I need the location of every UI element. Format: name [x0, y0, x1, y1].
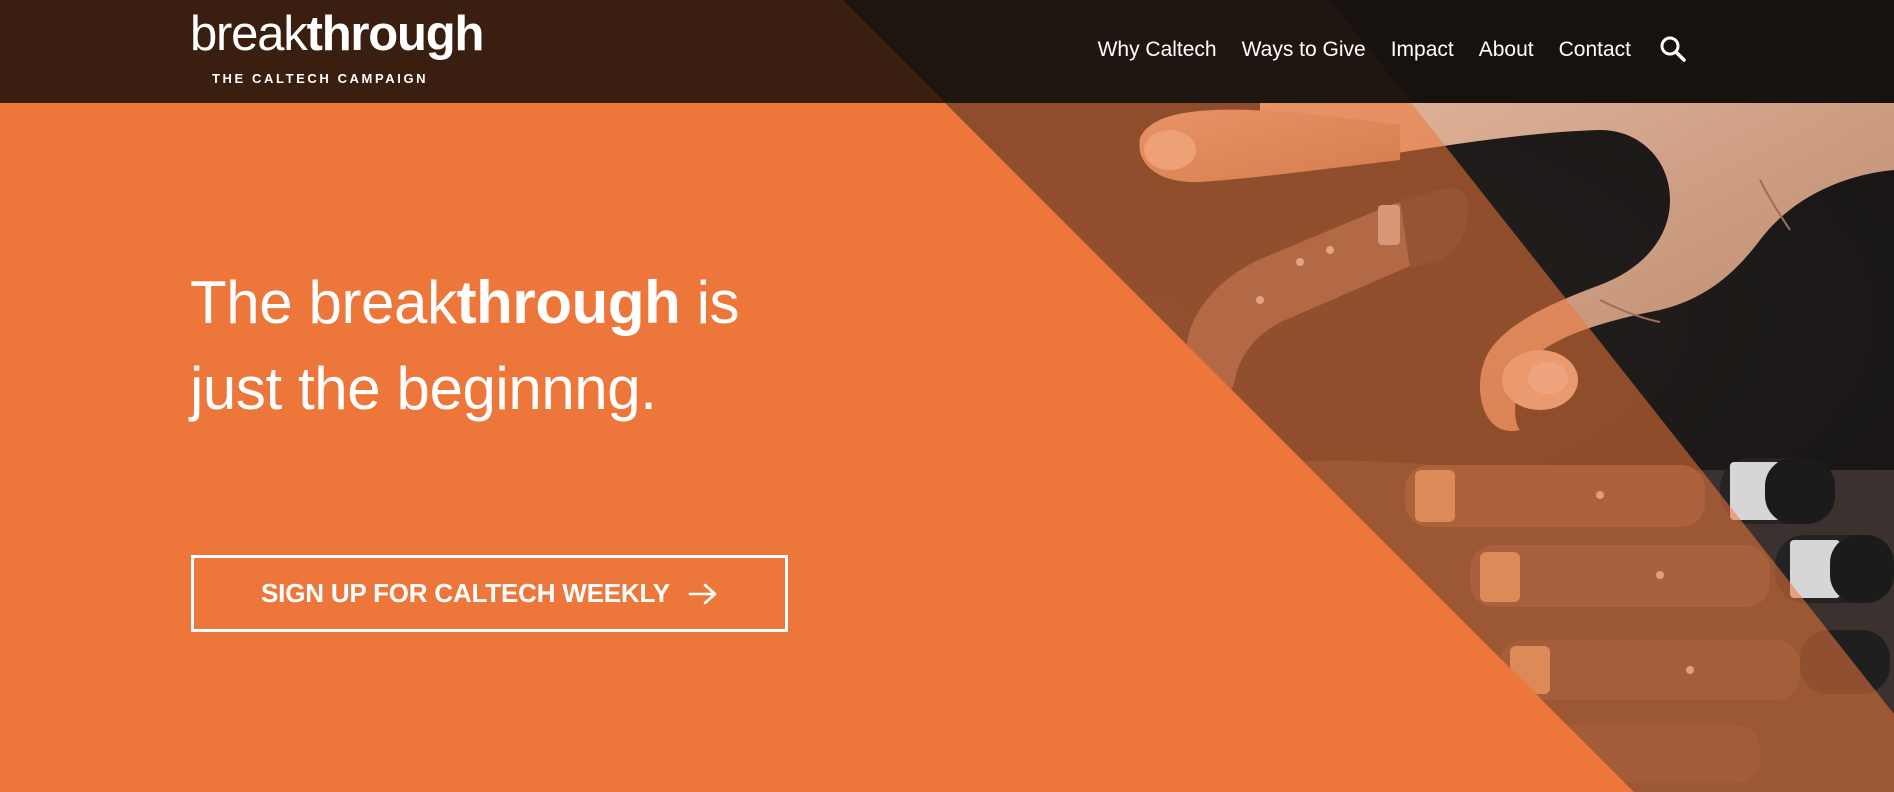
cta-label: SIGN UP FOR CALTECH WEEKLY — [261, 578, 670, 608]
arrow-right-icon — [688, 583, 717, 604]
hero-headline: The breakthrough is just the beginnng. — [190, 260, 740, 432]
headline-part-the: The — [190, 269, 309, 336]
signup-caltech-weekly-button[interactable]: SIGN UP FOR CALTECH WEEKLY — [191, 555, 788, 632]
headline-line-2: just the beginnng. — [190, 355, 657, 422]
logo-word-bold: through — [306, 7, 485, 61]
nav-about[interactable]: About — [1479, 36, 1534, 64]
nav-ways-to-give[interactable]: Ways to Give — [1242, 36, 1366, 64]
search-icon — [1660, 36, 1686, 62]
headline-break: break — [308, 269, 457, 336]
main-nav: Why Caltech Ways to Give Impact About Co… — [1098, 36, 1631, 64]
headline-through: through — [456, 269, 681, 336]
headline-part-is: is — [680, 269, 740, 336]
nav-why-caltech[interactable]: Why Caltech — [1098, 36, 1217, 64]
logo-wordmark: breakthrough — [190, 7, 484, 61]
nav-contact[interactable]: Contact — [1559, 36, 1631, 64]
logo-word-light: break — [190, 7, 308, 61]
breakthrough-logo[interactable]: breakthrough THE CALTECH CAMPAIGN — [190, 7, 484, 86]
logo-tagline: THE CALTECH CAMPAIGN — [212, 71, 429, 86]
nav-impact[interactable]: Impact — [1391, 36, 1454, 64]
site-header: breakthrough THE CALTECH CAMPAIGN Why Ca… — [0, 0, 1894, 103]
search-button[interactable] — [1659, 35, 1687, 63]
